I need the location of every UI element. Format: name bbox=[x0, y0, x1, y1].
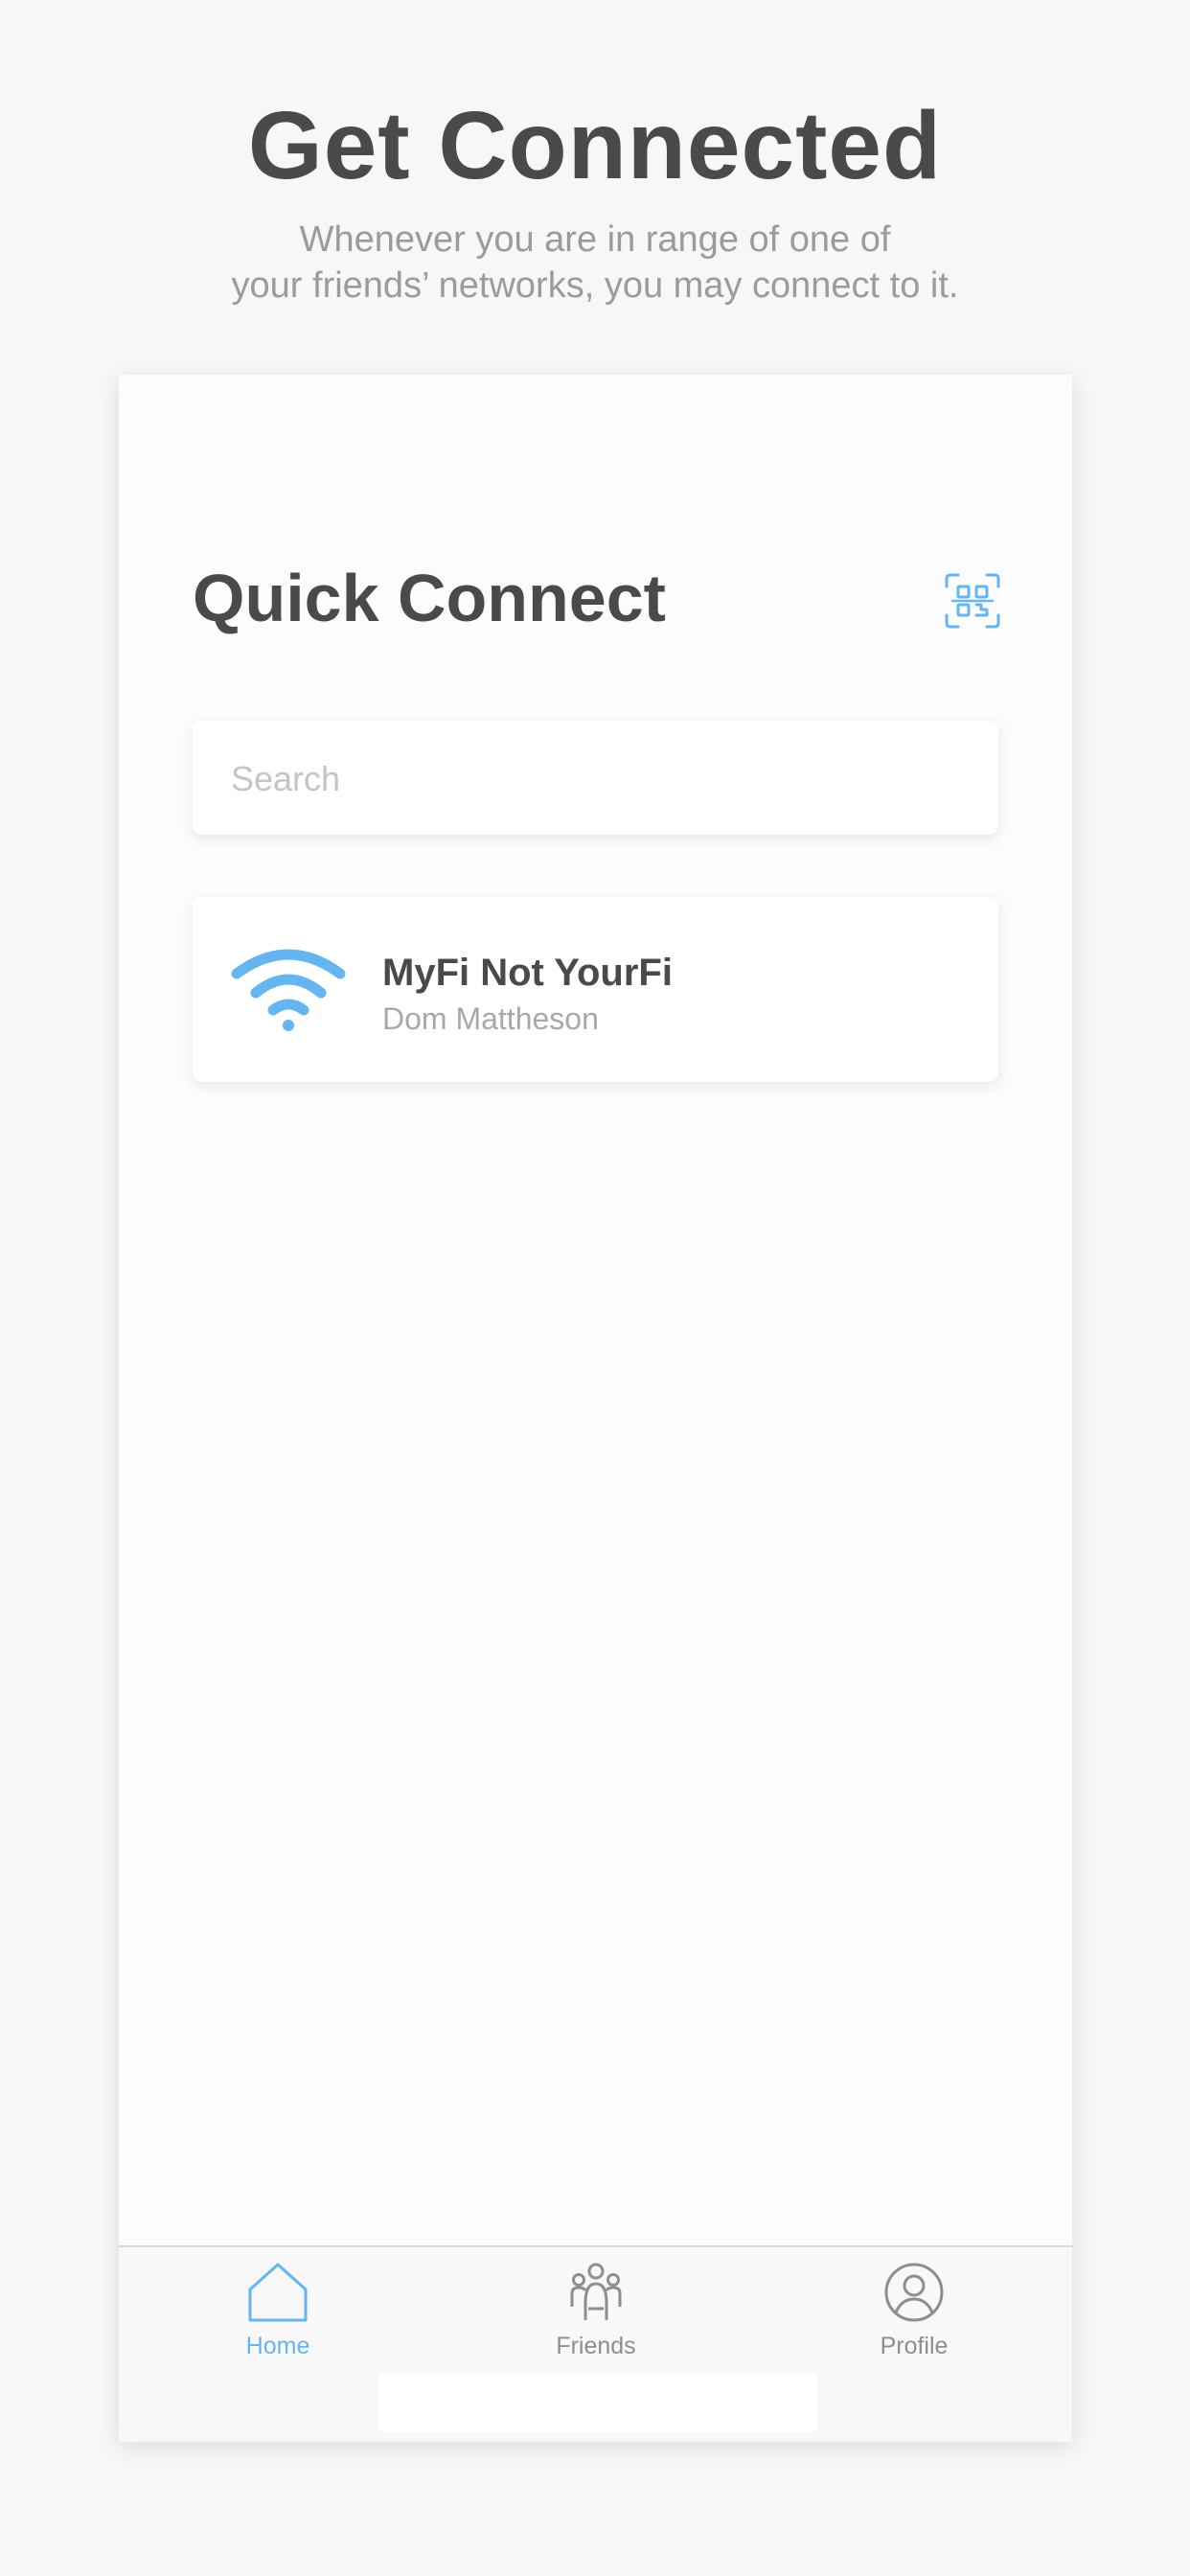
subtitle-line-2: your friends’ networks, you may connect … bbox=[231, 265, 959, 306]
tab-profile-label: Profile bbox=[880, 2333, 949, 2359]
friends-icon bbox=[570, 2263, 622, 2320]
qr-code-scan-icon[interactable] bbox=[945, 573, 1000, 629]
tab-friends-label: Friends bbox=[556, 2333, 636, 2359]
tab-home-label: Home bbox=[245, 2333, 310, 2359]
network-name: MyFi Not YourFi bbox=[382, 952, 673, 994]
tab-bar: Home Friends Profile bbox=[119, 2245, 1072, 2442]
tab-friends[interactable]: Friends bbox=[500, 2261, 692, 2376]
tab-profile[interactable]: Profile bbox=[818, 2261, 1010, 2376]
quick-connect-title: Quick Connect bbox=[193, 561, 666, 635]
wifi-icon bbox=[231, 949, 346, 1031]
page-subtitle: Whenever you are in range of one of your… bbox=[116, 217, 1074, 309]
phone-card: Quick Connect MyFi Not YourFi Dom Matthe… bbox=[119, 375, 1072, 2442]
page-title: Get Connected bbox=[247, 92, 943, 199]
profile-icon bbox=[884, 2263, 944, 2322]
search-input[interactable] bbox=[229, 721, 980, 837]
network-list-item[interactable]: MyFi Not YourFi Dom Mattheson bbox=[193, 897, 998, 1082]
search-box bbox=[193, 721, 998, 837]
home-indicator bbox=[378, 2373, 817, 2432]
home-icon bbox=[248, 2263, 308, 2322]
network-owner: Dom Mattheson bbox=[382, 1001, 599, 1036]
subtitle-line-1: Whenever you are in range of one of bbox=[299, 219, 891, 260]
tab-home[interactable]: Home bbox=[182, 2261, 374, 2376]
